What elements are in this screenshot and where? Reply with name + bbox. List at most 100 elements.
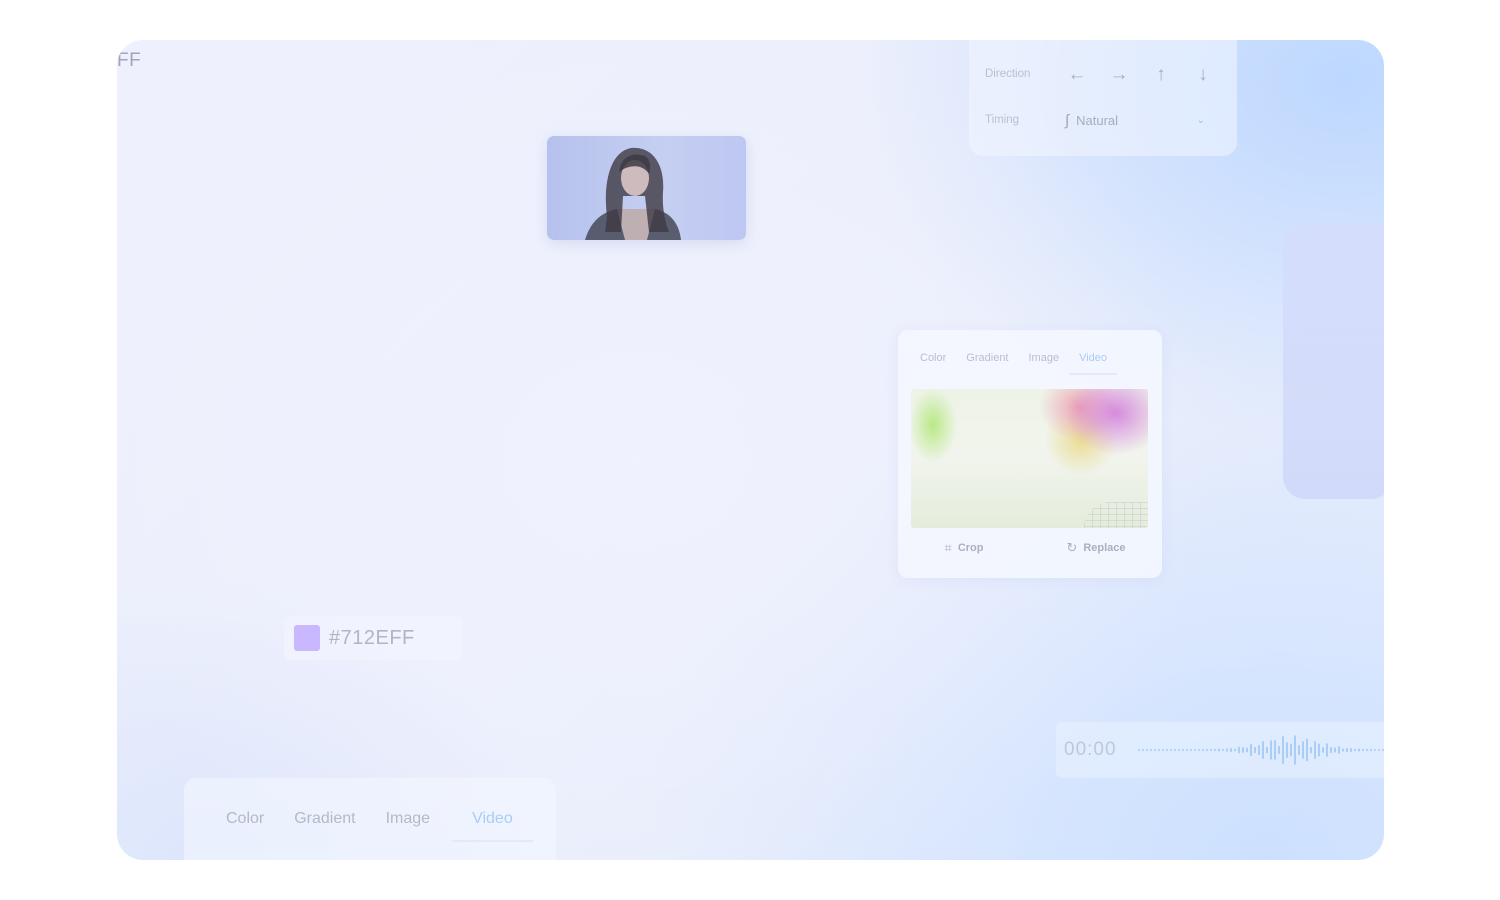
background-preview[interactable] <box>911 389 1148 528</box>
waveform-bar <box>1294 735 1296 765</box>
tab-gradient[interactable]: Gradient <box>956 349 1018 375</box>
waveform-bar <box>1246 747 1248 753</box>
waveform-bar <box>1254 746 1256 754</box>
easing-curve-icon: ∫ <box>1065 111 1070 129</box>
waveform-bar <box>1342 748 1344 752</box>
waveform-bar <box>1318 743 1320 757</box>
replace-icon: ↻ <box>1066 540 1078 555</box>
color-value-chip[interactable]: #712EFF <box>284 616 462 660</box>
waveform-bar <box>1194 748 1196 752</box>
audio-track[interactable]: 00:00 <box>1056 722 1384 778</box>
waveform-bar <box>1238 746 1240 754</box>
waveform-bar <box>1242 747 1244 753</box>
timing-value: Natural <box>1076 112 1119 128</box>
arrow-down-icon[interactable]: ↓ <box>1191 62 1215 86</box>
bottom-tab-color[interactable]: Color <box>211 806 279 842</box>
waveform-bar <box>1234 748 1236 752</box>
replace-label: Replace <box>1083 542 1126 554</box>
waveform-bar <box>1282 736 1284 764</box>
timing-label: Timing <box>985 114 1020 126</box>
arrow-right-icon[interactable]: → <box>1107 62 1131 86</box>
waveform-bar <box>1162 748 1164 752</box>
direction-arrows: ← → ↑ ↓ <box>1065 62 1215 86</box>
waveform-bar <box>1334 747 1336 753</box>
background-tabs: Color Gradient Image Video <box>910 349 1118 375</box>
waveform-bar <box>1378 748 1380 752</box>
waveform-bar <box>1314 741 1316 759</box>
bottom-background-tabs: Color Gradient Image Video <box>184 778 556 860</box>
waveform-bar <box>1350 747 1352 753</box>
waveform-bar <box>1258 744 1260 756</box>
waveform-bar <box>1142 749 1144 751</box>
transition-settings-panel: Direction ← → ↑ ↓ Timing ∫ Natural ⌄ <box>969 40 1237 156</box>
waveform-bar <box>1154 748 1156 752</box>
waveform-bar <box>1290 743 1292 757</box>
arrow-left-icon[interactable]: ← <box>1065 62 1089 86</box>
waveform-bar <box>1230 747 1232 753</box>
crop-label: Crop <box>957 542 984 554</box>
waveform-bar <box>1266 746 1268 754</box>
tab-image[interactable]: Image <box>1019 349 1070 375</box>
bottom-tab-gradient[interactable]: Gradient <box>279 806 370 842</box>
waveform-bar <box>1218 748 1220 752</box>
bottom-tab-list: Color Gradient Image Video <box>211 806 533 842</box>
presenter-image <box>585 147 681 240</box>
waveform-bar <box>1382 748 1384 752</box>
tab-color[interactable]: Color <box>910 349 956 375</box>
waveform-bar <box>1146 749 1148 751</box>
waveform-bar <box>1182 748 1184 752</box>
waveform-bar <box>1306 738 1308 762</box>
chevron-down-icon: ⌄ <box>1196 114 1205 126</box>
replace-button[interactable]: ↻ Replace <box>1030 540 1162 556</box>
waveform-bar <box>1278 745 1280 755</box>
waveform-bar <box>1158 748 1160 752</box>
tab-video[interactable]: Video <box>1069 349 1118 375</box>
waveform-bar <box>1370 748 1372 752</box>
waveform-bar <box>1338 746 1340 754</box>
waveform-bar <box>1198 748 1200 752</box>
video-thumbnail[interactable] <box>547 136 746 240</box>
waveform-bar <box>1202 748 1204 752</box>
color-swatch <box>294 625 320 651</box>
waveform-bar <box>1270 740 1272 760</box>
waveform-bar <box>1190 748 1192 752</box>
waveform-bar <box>1166 748 1168 752</box>
waveform-bar <box>1226 748 1228 752</box>
waveform-bar <box>1326 743 1328 757</box>
arrow-up-icon[interactable]: ↑ <box>1149 62 1173 86</box>
crop-button[interactable]: ⌗ Crop <box>898 540 1030 556</box>
direction-label: Direction <box>985 68 1031 80</box>
waveform-bar <box>1250 743 1252 757</box>
waveform-bar <box>1150 748 1152 752</box>
corner-label: FF <box>117 50 142 71</box>
waveform-bar <box>1354 748 1356 752</box>
waveform-bar <box>1346 747 1348 753</box>
waveform-bar <box>1274 740 1276 760</box>
waveform-bar <box>1358 748 1360 752</box>
waveform-bar <box>1138 749 1140 751</box>
side-preview-card <box>1283 225 1384 499</box>
waveform-bar <box>1310 746 1312 754</box>
bottom-tab-video[interactable]: Video <box>452 806 533 842</box>
preview-pattern <box>1084 502 1148 528</box>
background-picker-panel: Color Gradient Image Video ⌗ Crop ↻ Repl… <box>898 330 1162 578</box>
canvas-background: FF Direction ← → ↑ ↓ Timing ∫ Natural ⌄ <box>117 40 1384 860</box>
waveform-bar <box>1170 748 1172 752</box>
waveform-bar <box>1210 748 1212 752</box>
audio-waveform <box>1138 735 1384 765</box>
waveform-bar <box>1222 748 1224 752</box>
waveform-bar <box>1262 741 1264 759</box>
waveform-bar <box>1186 748 1188 752</box>
waveform-bar <box>1322 747 1324 753</box>
waveform-bar <box>1362 748 1364 752</box>
waveform-bar <box>1178 748 1180 752</box>
waveform-bar <box>1366 748 1368 752</box>
color-hex-value: #712EFF <box>329 626 415 649</box>
waveform-bar <box>1286 742 1288 758</box>
preview-actions: ⌗ Crop ↻ Replace <box>898 540 1162 556</box>
timing-select[interactable]: ∫ Natural ⌄ <box>1065 108 1215 132</box>
bottom-tab-image[interactable]: Image <box>371 806 445 842</box>
waveform-bar <box>1214 748 1216 752</box>
waveform-bar <box>1302 741 1304 759</box>
crop-icon: ⌗ <box>944 540 952 555</box>
